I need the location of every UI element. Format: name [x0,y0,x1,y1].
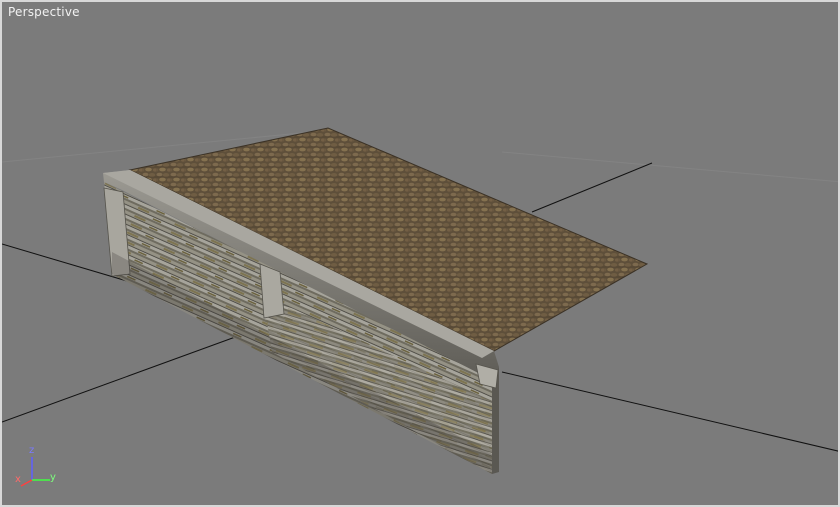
support-post-middle[interactable] [259,263,285,319]
axis-x-label: x [15,474,21,485]
perspective-viewport[interactable]: z x y Perspective [0,0,840,507]
scene-3d[interactable] [2,2,840,507]
axis-y-label: y [50,472,56,483]
axis-z-label: z [29,445,35,456]
viewport-label[interactable]: Perspective [8,5,80,19]
